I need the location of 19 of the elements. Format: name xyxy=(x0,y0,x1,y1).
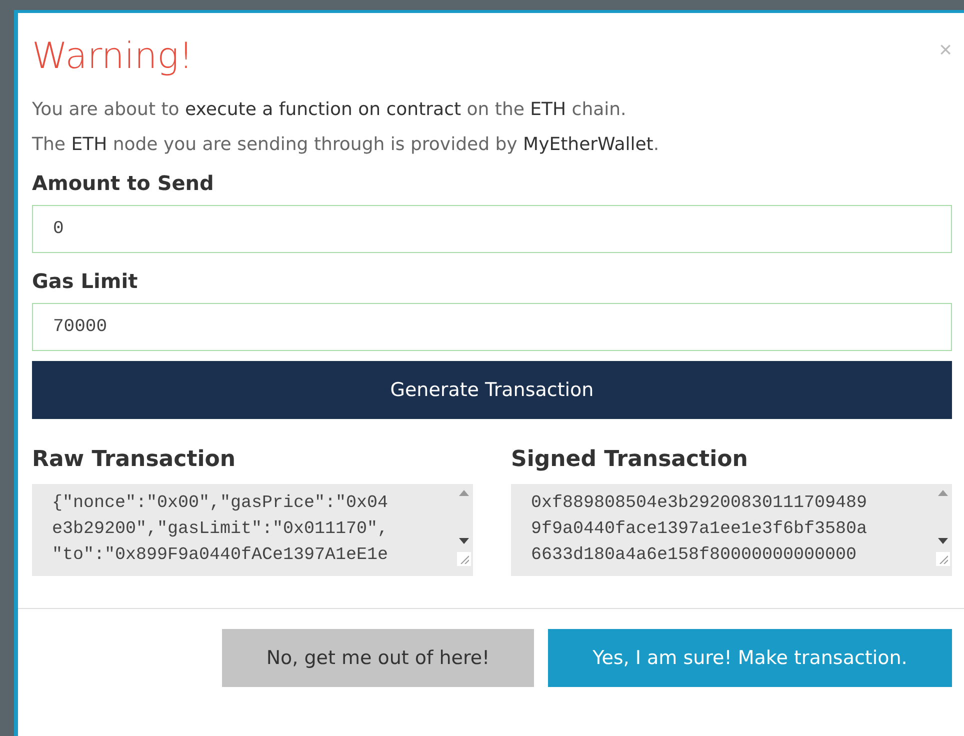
warning-message: You are about to execute a function on contract on the ETH chain. xyxy=(32,99,628,120)
transaction-label: Raw Transaction xyxy=(32,447,237,472)
transaction-label: Signed Transaction xyxy=(511,447,749,472)
scroll-down-icon[interactable] xyxy=(459,538,469,544)
modal-title: Warning! xyxy=(32,35,194,79)
transaction-textarea[interactable]: {"nonce":"0x00","gasPrice":"0x04 e3b29200","gasLimit":"0x011170", "to":"0x899F9a0440fACe1397A1eE1e xyxy=(32,484,473,576)
input-field[interactable]: 0 xyxy=(32,205,952,253)
resize-grip-icon[interactable] xyxy=(936,552,950,566)
field-label: Gas Limit xyxy=(32,269,139,293)
generate-transaction-button[interactable]: Generate Transaction xyxy=(32,361,952,419)
scroll-up-icon[interactable] xyxy=(938,490,948,496)
resize-grip-icon[interactable] xyxy=(457,552,471,566)
field-label: Amount to Send xyxy=(32,171,215,195)
scroll-up-icon[interactable] xyxy=(459,490,469,496)
warning-message: The ETH node you are sending through is provided by MyEtherWallet. xyxy=(32,134,660,155)
scroll-down-icon[interactable] xyxy=(938,538,948,544)
input-field[interactable]: 70000 xyxy=(32,303,952,351)
cancel-button[interactable]: No, get me out of here! xyxy=(222,629,534,687)
transaction-textarea[interactable]: 0xf889808504e3b29200830111709489 9f9a0440face1397a1ee1e3f6bf3580a 6633d180a4a6e158f80000000000000 xyxy=(511,484,952,576)
